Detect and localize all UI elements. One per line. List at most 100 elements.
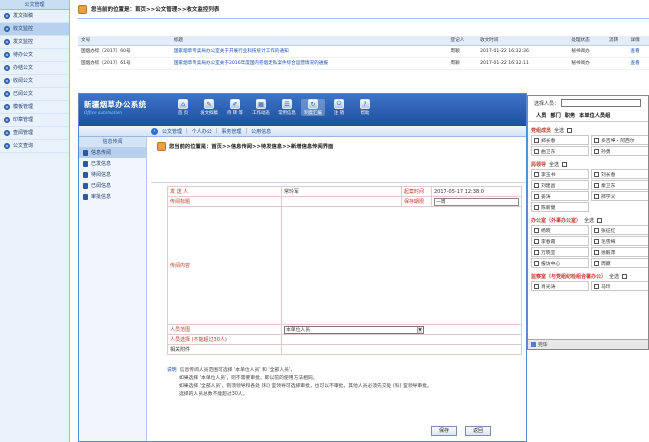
left-nav-item[interactable]: 发文拟稿 <box>0 10 69 23</box>
left-nav-item[interactable]: 已阅公文 <box>0 88 69 101</box>
person-option[interactable]: 刘长春 <box>591 169 648 179</box>
person-checkbox[interactable] <box>594 137 599 143</box>
person-checkbox[interactable] <box>534 227 539 233</box>
person-option[interactable]: 万晓宜 <box>531 247 589 257</box>
person-option[interactable]: 肖光涛 <box>531 281 589 291</box>
left-nav-item[interactable]: 查阅管理 <box>0 127 69 140</box>
toolbar-item[interactable]: ⌂ 首 页 <box>171 99 195 116</box>
module-tab[interactable]: 公文管理 <box>162 128 182 135</box>
cell-detail[interactable]: 查看 <box>627 57 649 70</box>
select-all-checkbox[interactable] <box>567 127 573 133</box>
person-checkbox[interactable] <box>534 148 539 154</box>
title-input[interactable] <box>281 196 402 207</box>
person-option[interactable]: 李春霞 <box>531 236 589 246</box>
person-checkbox[interactable] <box>594 238 599 244</box>
send-time-value[interactable]: 2017-05-17 12:38:0 <box>431 186 522 197</box>
person-option[interactable]: 周颖 <box>591 258 648 268</box>
select-all-checkbox[interactable] <box>622 273 628 279</box>
people-field[interactable] <box>281 334 522 345</box>
person-option[interactable]: 刘建昌 <box>531 180 589 190</box>
person-option[interactable]: 多吉坤・阿西尔 <box>591 135 648 145</box>
module-tab[interactable]: 事务管理 <box>221 128 241 135</box>
toolbar-item[interactable]: ✐ 待 转 等 <box>223 99 247 116</box>
person-option[interactable]: 毛雪梅 <box>591 236 648 246</box>
person-checkbox[interactable] <box>534 171 539 177</box>
person-checkbox[interactable] <box>534 137 539 143</box>
person-option[interactable]: 郑长春 <box>531 135 589 145</box>
person-option[interactable]: 报访中心 <box>531 258 589 268</box>
module-tab[interactable]: 公用信息 <box>251 128 271 135</box>
person-checkbox[interactable] <box>534 193 539 199</box>
people-group-header: 办公室（外事办公室） 全选 <box>528 215 648 225</box>
inner-sidebar-item[interactable]: 信息传阅 <box>79 147 146 158</box>
person-checkbox[interactable] <box>594 193 599 199</box>
toolbar-item[interactable]: ☰ 常用信息 <box>275 99 299 116</box>
toolbar-item[interactable]: ✎ 发文拟稿 <box>197 99 221 116</box>
person-checkbox[interactable] <box>594 283 599 289</box>
people-tab[interactable]: 人员 <box>536 112 546 119</box>
person-checkbox[interactable] <box>594 227 599 233</box>
back-button[interactable]: 返回 <box>465 426 491 436</box>
inner-sidebar-item[interactable]: 已阅信息 <box>79 180 146 191</box>
person-option[interactable]: 孙勇 <box>591 146 648 156</box>
left-nav-item[interactable]: 办结公文 <box>0 62 69 75</box>
person-option[interactable]: 姜涛 <box>531 191 589 201</box>
scope-select[interactable]: 本单位人员 ▼ <box>284 325 424 334</box>
left-nav-item[interactable]: 印章管理 <box>0 114 69 127</box>
select-all-checkbox[interactable] <box>597 217 603 223</box>
inner-sidebar-item[interactable]: 已发信息 <box>79 158 146 169</box>
keep-period-input[interactable]: 一周 <box>434 197 519 206</box>
cell-title[interactable]: 国家烟草专卖局办公室关于开展行业科技统计工作的通知 <box>170 45 448 58</box>
person-option[interactable]: 马玲 <box>591 281 648 291</box>
person-checkbox[interactable] <box>534 260 539 266</box>
people-tab[interactable]: 职务 <box>565 112 575 119</box>
left-nav-item[interactable]: 模板管理 <box>0 101 69 114</box>
person-option[interactable]: 徐毅萍 <box>591 247 648 257</box>
left-nav-item[interactable]: 收阅公文 <box>0 75 69 88</box>
person-option[interactable]: 秦卫东 <box>591 180 648 190</box>
person-checkbox[interactable] <box>594 171 599 177</box>
person-checkbox[interactable] <box>534 249 539 255</box>
left-nav-item[interactable]: 公文查询 <box>0 140 69 153</box>
person-checkbox[interactable] <box>534 182 539 188</box>
inner-sidebar-item[interactable]: 审批信息 <box>79 191 146 202</box>
inner-sidebar-item[interactable]: 待阅信息 <box>79 169 146 180</box>
person-checkbox[interactable] <box>594 148 599 154</box>
person-option[interactable]: 曲卫东 <box>531 146 589 156</box>
person-option[interactable]: 李玉书 <box>531 169 589 179</box>
people-group: 党组成员 全选 郑长春 多吉坤・阿西尔 曲卫东 孙勇 <box>528 125 648 156</box>
person-checkbox[interactable] <box>534 238 539 244</box>
cell-detail[interactable]: 查看 <box>627 45 649 58</box>
people-tab[interactable]: 部门 <box>550 112 560 119</box>
person-checkbox[interactable] <box>594 182 599 188</box>
toolbar-item[interactable]: ⏻ 注 销 <box>327 99 351 116</box>
people-select-input[interactable] <box>561 99 642 107</box>
attachment-field[interactable] <box>281 344 522 355</box>
person-checkbox[interactable] <box>534 283 539 289</box>
person-option[interactable]: 邢学义 <box>591 191 648 201</box>
left-nav-item-label: 收阅公文 <box>13 77 34 84</box>
content-editor[interactable] <box>281 206 522 325</box>
left-nav-item[interactable]: 待办公文 <box>0 49 69 62</box>
person-checkbox[interactable] <box>594 260 599 266</box>
back-header: 您当前的位置是：首页>>公文管理>>收文监控列表 <box>78 3 219 15</box>
module-tab[interactable]: 个人办公 <box>192 128 212 135</box>
person-option[interactable]: 陈新健 <box>531 202 589 212</box>
left-nav-item-label: 已阅公文 <box>13 90 34 97</box>
person-checkbox[interactable] <box>534 204 539 210</box>
toolbar-item[interactable]: ▦ 工作动态 <box>249 99 273 116</box>
person-option[interactable]: 杨晓 <box>531 225 589 235</box>
person-option[interactable]: 张征红 <box>591 225 648 235</box>
gear-icon <box>4 117 10 123</box>
toolbar-item[interactable]: ? 帮助 <box>353 99 377 116</box>
cell-title[interactable]: 国家烟草专卖局办公室关于2016年度国内卷烟走私案件综合运营情况的通报 <box>170 57 448 70</box>
people-tab[interactable]: 本单位人员组 <box>579 112 610 119</box>
left-nav-item[interactable]: 收文监控 <box>0 23 69 36</box>
person-checkbox[interactable] <box>594 249 599 255</box>
sender-value: 常玲军 <box>281 186 402 197</box>
left-nav-item[interactable]: 发文监控 <box>0 36 69 49</box>
select-all-checkbox[interactable] <box>562 161 568 167</box>
note-title: 说明 <box>167 368 177 373</box>
toolbar-item[interactable]: ↻ 制度汇编 <box>301 99 325 116</box>
save-button[interactable]: 保存 <box>431 426 457 436</box>
